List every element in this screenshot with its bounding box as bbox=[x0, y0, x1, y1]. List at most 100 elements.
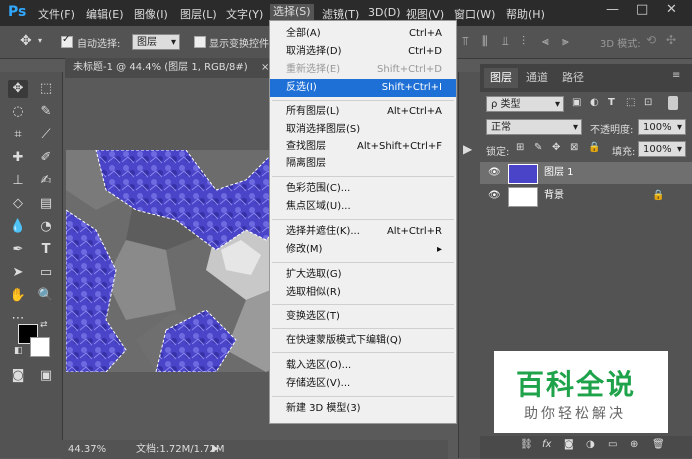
new-layer-icon[interactable]: ⊕ bbox=[630, 439, 638, 450]
filter-type-icon[interactable]: T bbox=[608, 97, 615, 108]
layer-name[interactable]: 背景 bbox=[544, 185, 564, 207]
opacity-input[interactable]: 100% bbox=[638, 119, 686, 136]
lock-pixels-icon[interactable]: ✎ bbox=[534, 142, 542, 153]
menu-item-find-layers[interactable]: 查找图层 Alt+Shift+Ctrl+F bbox=[270, 138, 456, 156]
menu-item-transform-selection[interactable]: 变换选区(T) bbox=[270, 308, 456, 326]
menu-item-color-range[interactable]: 色彩范围(C)... bbox=[270, 180, 456, 198]
eraser-tool-icon[interactable]: ◇ bbox=[8, 195, 28, 213]
auto-select-checkbox[interactable] bbox=[61, 34, 73, 48]
default-colors-icon[interactable]: ◧ bbox=[14, 346, 23, 356]
trash-icon[interactable]: 🗑 bbox=[652, 439, 665, 450]
background-color-swatch[interactable] bbox=[30, 337, 50, 357]
menu-item-reselect[interactable]: 重新选择(E) Shift+Ctrl+D bbox=[270, 61, 456, 79]
menu-select[interactable]: 选择(S) bbox=[270, 4, 314, 20]
filter-toggle[interactable] bbox=[668, 96, 678, 110]
history-brush-icon[interactable]: ✍ bbox=[36, 172, 56, 190]
align-top-icon[interactable]: ⫪ bbox=[462, 34, 469, 49]
dodge-tool-icon[interactable]: ◔ bbox=[36, 218, 56, 236]
zoom-level[interactable]: 44.37% bbox=[68, 440, 106, 459]
blend-mode-dropdown[interactable]: 正常 bbox=[486, 119, 582, 136]
visibility-eye-icon[interactable]: 👁 bbox=[488, 185, 501, 207]
tab-channels[interactable]: 通道 bbox=[520, 68, 554, 88]
maximize-button[interactable]: □ bbox=[636, 2, 648, 17]
menu-item-all-layers[interactable]: 所有图层(L) Alt+Ctrl+A bbox=[270, 103, 456, 121]
3d-pan-icon[interactable]: ✣ bbox=[666, 33, 676, 47]
menu-item-quick-mask[interactable]: 在快速蒙版模式下编辑(Q) bbox=[270, 332, 456, 350]
eyedropper-tool-icon[interactable]: ⟋ bbox=[36, 126, 56, 144]
swap-colors-icon[interactable]: ⇄ bbox=[40, 320, 48, 330]
menu-item-deselect[interactable]: 取消选择(D) Ctrl+D bbox=[270, 43, 456, 61]
menu-item-save-selection[interactable]: 存储选区(V)... bbox=[270, 375, 456, 393]
brush-tool-icon[interactable]: ✐ bbox=[36, 149, 56, 167]
marquee-tool-icon[interactable]: ⬚ bbox=[36, 80, 56, 98]
clone-stamp-icon[interactable]: ⊥ bbox=[8, 172, 28, 190]
zoom-tool-icon[interactable]: 🔍 bbox=[36, 287, 56, 305]
menu-layer[interactable]: 图层(L) bbox=[180, 6, 217, 22]
screen-mode-icon[interactable]: ▣ bbox=[36, 367, 56, 385]
path-select-icon[interactable]: ➤ bbox=[8, 264, 28, 282]
lock-all-icon[interactable]: 🔒 bbox=[588, 142, 600, 153]
status-arrow-icon[interactable]: ▶ bbox=[212, 440, 219, 459]
chevron-down-icon[interactable]: ▾ bbox=[38, 36, 42, 45]
menu-3d[interactable]: 3D(D) bbox=[368, 6, 401, 19]
layer-row-layer1[interactable]: 👁 图层 1 bbox=[480, 162, 692, 184]
lock-position-icon[interactable]: ✥ bbox=[552, 142, 560, 153]
link-layers-icon[interactable]: ⛓ bbox=[520, 439, 533, 450]
menu-item-select-and-mask[interactable]: 选择并遮住(K)... Alt+Ctrl+R bbox=[270, 223, 456, 241]
menu-item-inverse[interactable]: 反选(I) Shift+Ctrl+I bbox=[270, 79, 456, 97]
close-window-button[interactable]: ✕ bbox=[666, 2, 677, 17]
tab-layers[interactable]: 图层 bbox=[484, 68, 518, 88]
menu-item-new-3d-model[interactable]: 新建 3D 模型(3) bbox=[270, 400, 456, 418]
menu-help[interactable]: 帮助(H) bbox=[506, 6, 545, 22]
filter-shape-icon[interactable]: ⬚ bbox=[626, 97, 635, 108]
move-tool-icon[interactable]: ✥ bbox=[8, 80, 28, 98]
distribute-v-icon[interactable]: ⫸ bbox=[562, 34, 569, 49]
visibility-eye-icon[interactable]: 👁 bbox=[488, 162, 501, 184]
play-actions-icon[interactable]: ▶ bbox=[463, 142, 472, 156]
rectangle-tool-icon[interactable]: ▭ bbox=[36, 264, 56, 282]
move-tool-icon[interactable]: ✥ bbox=[20, 33, 32, 49]
lock-transparent-icon[interactable]: ⊞ bbox=[516, 142, 524, 153]
align-bottom-icon[interactable]: ⫫ bbox=[502, 34, 509, 49]
pen-tool-icon[interactable]: ✒ bbox=[8, 241, 28, 259]
distribute-icon[interactable]: ⫶ bbox=[522, 34, 525, 49]
menu-item-focus-area[interactable]: 焦点区域(U)... bbox=[270, 198, 456, 216]
align-vcenter-icon[interactable]: ⫼ bbox=[482, 34, 488, 49]
fill-input[interactable]: 100% bbox=[638, 141, 686, 158]
panel-menu-icon[interactable]: ≡ bbox=[672, 70, 680, 81]
filter-smart-icon[interactable]: ⊡ bbox=[644, 97, 652, 108]
healing-brush-icon[interactable]: ✚ bbox=[8, 149, 28, 167]
show-transform-checkbox[interactable] bbox=[194, 36, 206, 48]
auto-select-dropdown[interactable]: 图层 bbox=[132, 34, 180, 51]
menu-edit[interactable]: 编辑(E) bbox=[86, 6, 124, 22]
menu-type[interactable]: 文字(Y) bbox=[226, 6, 263, 22]
document-tab[interactable]: 未标题-1 @ 44.4% (图层 1, RGB/8#) × bbox=[65, 58, 275, 78]
fx-icon[interactable]: fx bbox=[542, 439, 551, 450]
menu-item-isolate-layers[interactable]: 隔离图层 bbox=[270, 155, 456, 173]
menu-item-similar[interactable]: 选取相似(R) bbox=[270, 284, 456, 302]
gradient-tool-icon[interactable]: ▤ bbox=[36, 195, 56, 213]
menu-item-load-selection[interactable]: 载入选区(O)... bbox=[270, 357, 456, 375]
menu-window[interactable]: 窗口(W) bbox=[454, 6, 495, 22]
menu-file[interactable]: 文件(F) bbox=[38, 6, 75, 22]
menu-item-select-all[interactable]: 全部(A) Ctrl+A bbox=[270, 25, 456, 43]
lasso-tool-icon[interactable]: ◌ bbox=[8, 103, 28, 121]
menu-image[interactable]: 图像(I) bbox=[134, 6, 168, 22]
quick-select-tool-icon[interactable]: ✎ bbox=[36, 103, 56, 121]
menu-item-deselect-layers[interactable]: 取消选择图层(S) bbox=[270, 121, 456, 139]
crop-tool-icon[interactable]: ⌗ bbox=[8, 126, 28, 144]
blur-tool-icon[interactable]: 💧 bbox=[8, 218, 28, 236]
add-mask-icon[interactable]: ◙ bbox=[564, 439, 574, 450]
hand-tool-icon[interactable]: ✋ bbox=[8, 287, 28, 305]
menu-item-modify[interactable]: 修改(M) ▸ bbox=[270, 241, 456, 259]
layer-kind-filter[interactable]: ρ 类型 bbox=[486, 96, 564, 113]
minimize-button[interactable]: — bbox=[606, 2, 619, 17]
quick-mask-icon[interactable]: ◙ bbox=[8, 367, 28, 385]
filter-pixel-icon[interactable]: ▣ bbox=[572, 97, 581, 108]
layer-name[interactable]: 图层 1 bbox=[544, 162, 574, 184]
menu-item-grow[interactable]: 扩大选取(G) bbox=[270, 266, 456, 284]
filter-adjustment-icon[interactable]: ◐ bbox=[590, 97, 599, 108]
type-tool-icon[interactable]: T bbox=[36, 241, 56, 259]
3d-orbit-icon[interactable]: ⟲ bbox=[646, 33, 656, 47]
adjustment-layer-icon[interactable]: ◑ bbox=[586, 439, 595, 450]
